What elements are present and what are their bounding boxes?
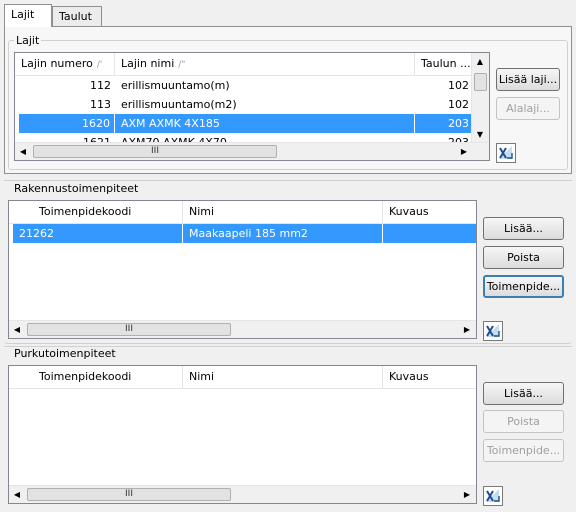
column-header-nimi[interactable]: Nimi: [183, 366, 383, 388]
cell-lajin-numero: 1620: [19, 114, 115, 133]
cell-kuvaus: [383, 224, 476, 243]
remove-purku-button[interactable]: Poista: [483, 410, 564, 433]
horizontal-scroll-thumb[interactable]: III: [27, 323, 231, 336]
excel-export-icon-graphic: [485, 323, 501, 339]
remove-rakennus-button[interactable]: Poista: [483, 246, 564, 269]
scroll-right-icon[interactable]: ▶: [457, 143, 471, 160]
cell-lajin-nimi: AXM AXMK 4X185: [115, 114, 415, 133]
scroll-left-icon[interactable]: ◀: [10, 486, 24, 503]
excel-export-icon[interactable]: [483, 486, 503, 506]
horizontal-scroll-thumb[interactable]: III: [27, 488, 231, 501]
tab-lajit[interactable]: Lajit: [4, 4, 52, 27]
add-purku-button[interactable]: Lisää...: [483, 382, 564, 405]
cell-taulun: 102: [448, 79, 469, 92]
table-row[interactable]: 112 erillismuuntamo(m) 102: [15, 76, 474, 95]
column-header-nimi[interactable]: Nimi: [183, 201, 383, 223]
rakennus-horizontal-scrollbar[interactable]: ◀ III ▶: [9, 320, 476, 338]
column-header-toimenpidekoodi[interactable]: Toimenpidekoodi: [9, 366, 183, 388]
lajit-group-title: Lajit: [14, 34, 42, 47]
cell-nimi: Maakaapeli 185 mm2: [183, 224, 383, 243]
add-rakennus-button[interactable]: Lisää...: [483, 217, 564, 240]
horizontal-scroll-thumb[interactable]: III: [33, 145, 277, 158]
lajit-horizontal-scrollbar[interactable]: ◀ III ▶: [15, 142, 489, 160]
purku-list[interactable]: Toimenpidekoodi Nimi Kuvaus ◀ III ▶: [8, 365, 477, 504]
tab-taulut[interactable]: Taulut: [52, 6, 102, 26]
table-row-selected[interactable]: 21262 Maakaapeli 185 mm2: [13, 224, 476, 243]
excel-export-icon[interactable]: [483, 321, 503, 341]
column-header-lajin-nimi[interactable]: Lajin nimi/": [115, 53, 415, 75]
table-row[interactable]: 113 erillismuuntamo(m2) 102: [15, 95, 474, 114]
purku-group-title: Purkutoimenpiteet: [12, 347, 118, 360]
cell-taulun: 102: [448, 98, 469, 111]
rakennus-list-header: Toimenpidekoodi Nimi Kuvaus: [9, 201, 476, 224]
lajit-list-header: Lajin numero/' Lajin nimi/" Taulun ...: [15, 53, 489, 76]
cell-toimenpidekoodi: 21262: [13, 224, 183, 243]
section-divider: [4, 180, 572, 181]
scroll-up-icon[interactable]: ▲: [473, 53, 487, 70]
cell-lajin-numero: 113: [90, 98, 111, 111]
purku-list-header: Toimenpidekoodi Nimi Kuvaus: [9, 366, 476, 389]
purku-horizontal-scrollbar[interactable]: ◀ III ▶: [9, 485, 476, 503]
lajit-list[interactable]: Lajin numero/' Lajin nimi/" Taulun ... 1…: [14, 52, 490, 161]
cell-lajin-nimi: erillismuuntamo(m): [121, 79, 230, 92]
add-laji-button[interactable]: Lisää laji...: [496, 68, 560, 91]
scroll-right-icon[interactable]: ▶: [460, 321, 474, 338]
cell-lajin-numero: 112: [90, 79, 111, 92]
column-header-toimenpidekoodi[interactable]: Toimenpidekoodi: [9, 201, 183, 223]
column-header-kuvaus[interactable]: Kuvaus: [383, 201, 476, 223]
excel-export-icon-graphic: [498, 145, 514, 161]
lajit-vertical-scrollbar[interactable]: ▲ ▼: [471, 53, 489, 143]
scroll-left-icon[interactable]: ◀: [16, 143, 30, 160]
scroll-left-icon[interactable]: ◀: [10, 321, 24, 338]
alalaji-button[interactable]: Alalaji...: [496, 97, 560, 120]
excel-export-icon[interactable]: [496, 143, 516, 163]
rakennus-list[interactable]: Toimenpidekoodi Nimi Kuvaus 21262 Maakaa…: [8, 200, 477, 339]
scroll-down-icon[interactable]: ▼: [473, 126, 487, 143]
vertical-scroll-thumb[interactable]: [474, 73, 487, 91]
cell-taulun: 203: [448, 117, 469, 130]
column-header-kuvaus[interactable]: Kuvaus: [383, 366, 476, 388]
excel-export-icon-graphic: [485, 488, 501, 504]
column-header-lajin-numero[interactable]: Lajin numero/': [15, 53, 115, 75]
table-row-selected[interactable]: 1620 AXM AXMK 4X185 203: [19, 114, 474, 133]
purku-toimenpide-button[interactable]: Toimenpide...: [483, 439, 564, 462]
scroll-right-icon[interactable]: ▶: [460, 486, 474, 503]
rakennus-toimenpide-button[interactable]: Toimenpide...: [483, 275, 564, 298]
cell-lajin-nimi: erillismuuntamo(m2): [121, 98, 237, 111]
